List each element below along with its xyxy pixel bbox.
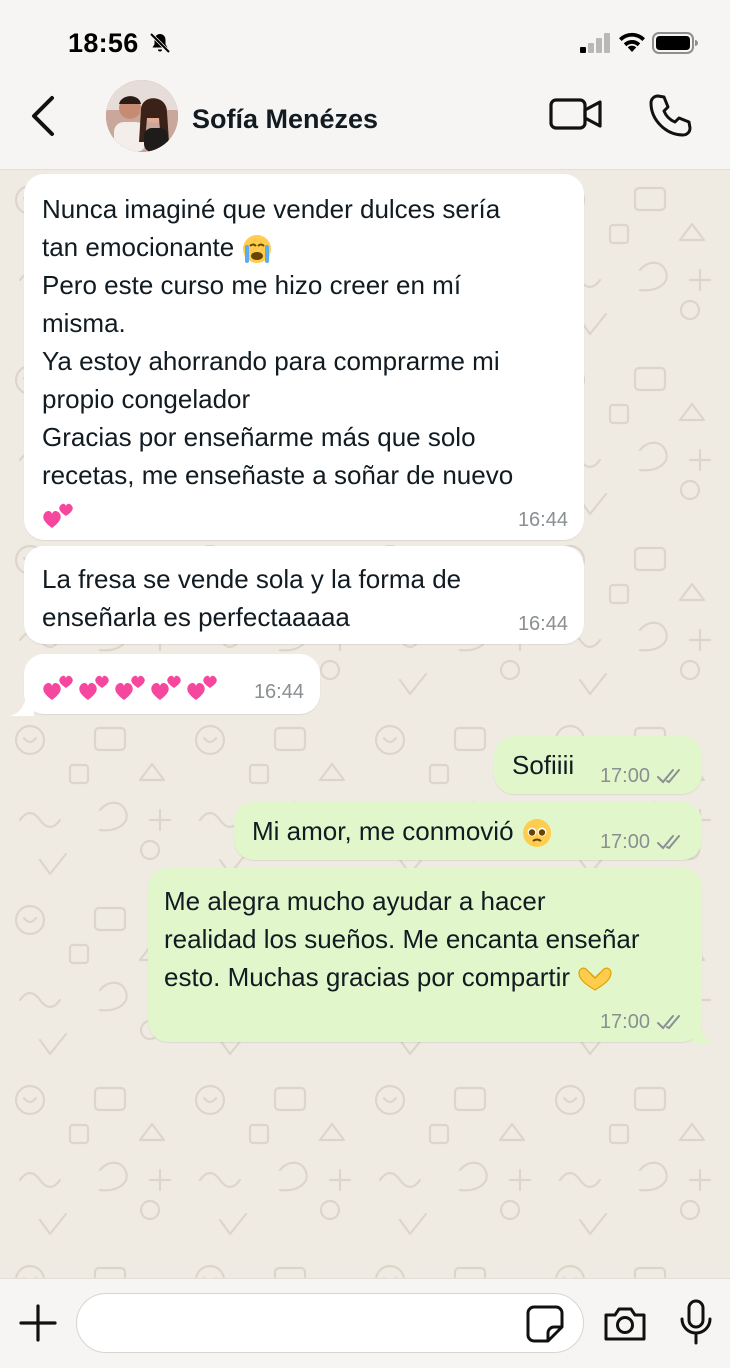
- heart-hands-emoji: [578, 967, 612, 991]
- two-hearts-emoji: [43, 503, 73, 529]
- message-text: Me alegra mucho ayudar a hacer realidad …: [164, 882, 684, 996]
- message-meta: 17:00: [600, 1010, 686, 1034]
- contact-name[interactable]: Sofía Menézes: [192, 104, 378, 135]
- message-bubble-incoming[interactable]: 16:44: [10, 654, 320, 716]
- message-bubble-outgoing[interactable]: Sofiiii 17:00: [494, 736, 702, 794]
- plus-icon[interactable]: [18, 1303, 58, 1343]
- pleading-face-emoji: [522, 819, 551, 848]
- message-bubble-outgoing[interactable]: Me alegra mucho ayudar a hacer realidad …: [148, 868, 716, 1044]
- message-bubble-incoming[interactable]: Nunca imaginé que vender dulces sería ta…: [24, 174, 584, 540]
- signal-icon: [580, 33, 610, 53]
- message-bubble-outgoing[interactable]: Mi amor, me conmovió 17:00: [234, 802, 702, 860]
- message-meta: 16:44: [518, 612, 568, 636]
- message-input[interactable]: [76, 1293, 584, 1353]
- message-meta: 16:44: [518, 508, 568, 532]
- chat-area[interactable]: Nunca imaginé que vender dulces sería ta…: [0, 170, 730, 1278]
- bubble-tail: [10, 696, 34, 716]
- message-time: 17:00: [599, 765, 650, 787]
- avatar-photo: [106, 80, 178, 152]
- message-text: Nunca imaginé que vender dulces sería ta…: [42, 190, 566, 532]
- message-bubble-incoming[interactable]: La fresa se vende sola y la forma de ens…: [24, 546, 584, 644]
- message-text: La fresa se vende sola y la forma de ens…: [42, 564, 462, 632]
- message-time: 16:44: [517, 613, 568, 635]
- back-icon[interactable]: [24, 94, 64, 138]
- video-call-icon[interactable]: [548, 94, 604, 134]
- bell-slash-icon: [149, 32, 171, 54]
- read-ticks-icon: [657, 835, 680, 850]
- bubble-tail: [692, 1024, 716, 1044]
- message-time: 17:00: [599, 831, 650, 853]
- two-hearts-emoji: [43, 675, 73, 701]
- read-ticks-icon: [657, 769, 680, 784]
- camera-icon[interactable]: [602, 1303, 648, 1343]
- microphone-icon[interactable]: [676, 1297, 716, 1347]
- read-ticks-icon: [657, 1015, 680, 1030]
- crying-face-emoji: [243, 235, 272, 264]
- battery-icon: [652, 32, 698, 54]
- message-meta: 17:00: [600, 830, 686, 854]
- two-hearts-emoji: [187, 675, 217, 701]
- phone-icon[interactable]: [646, 92, 694, 138]
- message-meta: 16:44: [254, 680, 304, 704]
- input-bar: [0, 1278, 730, 1368]
- status-time: 18:56: [68, 28, 139, 58]
- status-bar: 18:56: [0, 0, 730, 80]
- two-hearts-emoji: [115, 675, 145, 701]
- message-time: 16:44: [517, 509, 568, 531]
- avatar[interactable]: [106, 80, 178, 152]
- two-hearts-emoji: [79, 675, 109, 701]
- message-time: 17:00: [599, 1011, 650, 1033]
- chat-header: Sofía Menézes: [0, 80, 730, 170]
- wifi-icon: [619, 32, 645, 52]
- sticker-icon[interactable]: [524, 1303, 566, 1345]
- message-time: 16:44: [253, 681, 304, 703]
- message-meta: 17:00: [600, 764, 686, 788]
- two-hearts-emoji: [151, 675, 181, 701]
